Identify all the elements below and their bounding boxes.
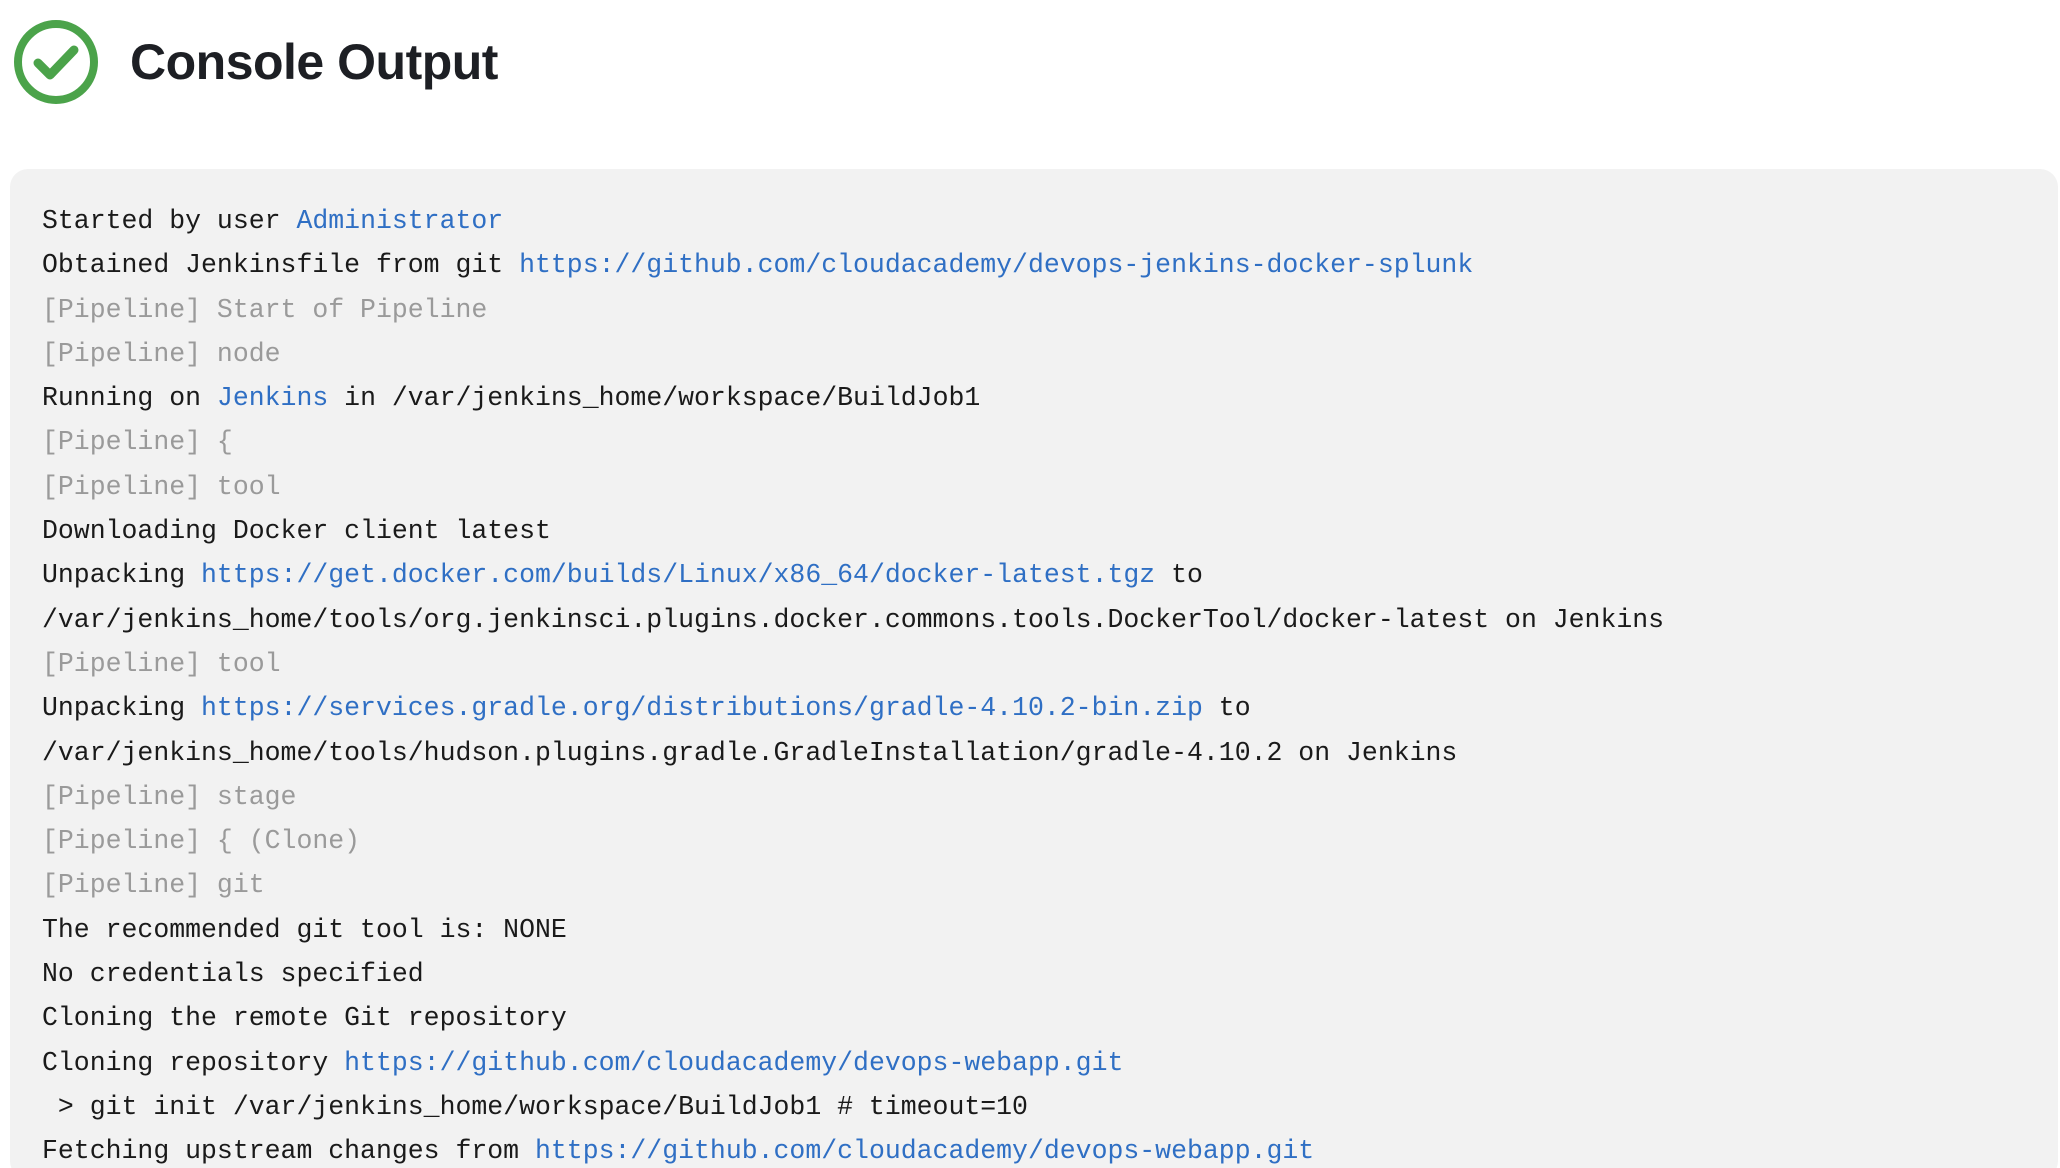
console-text: Unpacking bbox=[42, 560, 202, 591]
console-link[interactable]: Administrator bbox=[296, 206, 503, 236]
console-text: /var/jenkins_home/tools/org.jenkinsci.pl… bbox=[42, 604, 1665, 635]
page-header: Console Output bbox=[12, 18, 498, 106]
console-pipeline-line: [Pipeline] node bbox=[42, 332, 2058, 376]
console-pipeline-line: [Pipeline] git bbox=[42, 863, 2058, 907]
console-text: Cloning repository bbox=[42, 1047, 345, 1078]
console-text: Downloading Docker client latest bbox=[42, 516, 551, 547]
console-line: /var/jenkins_home/tools/org.jenkinsci.pl… bbox=[42, 598, 2058, 642]
console-link[interactable]: https://get.docker.com/builds/Linux/x86_… bbox=[201, 560, 1155, 590]
console-text: > git init /var/jenkins_home/workspace/B… bbox=[42, 1091, 1028, 1122]
console-line: No credentials specified bbox=[42, 952, 2058, 996]
console-line: Running on Jenkins in /var/jenkins_home/… bbox=[42, 376, 2058, 420]
console-text: Unpacking bbox=[42, 693, 202, 724]
console-line: Unpacking https://services.gradle.org/di… bbox=[42, 686, 2058, 730]
console-link[interactable]: Jenkins bbox=[217, 383, 328, 413]
console-text: to bbox=[1155, 560, 1203, 591]
console-text: Fetching upstream changes from bbox=[42, 1136, 535, 1167]
console-text: /var/jenkins_home/tools/hudson.plugins.g… bbox=[42, 737, 1458, 768]
console-line: Cloning repository https://github.com/cl… bbox=[42, 1041, 2058, 1085]
console-link[interactable]: https://github.com/cloudacademy/devops-w… bbox=[344, 1048, 1123, 1078]
console-line: Fetching upstream changes from https://g… bbox=[42, 1129, 2058, 1168]
console-text: [Pipeline] tool bbox=[42, 471, 281, 502]
console-pipeline-line: [Pipeline] Start of Pipeline bbox=[42, 288, 2058, 332]
console-text: No credentials specified bbox=[42, 959, 424, 990]
console-line: Cloning the remote Git repository bbox=[42, 996, 2058, 1040]
console-text: Started by user bbox=[42, 206, 297, 236]
success-check-icon bbox=[14, 20, 98, 104]
console-pipeline-line: [Pipeline] tool bbox=[42, 642, 2058, 686]
console-pipeline-line: [Pipeline] { bbox=[42, 420, 2058, 464]
console-text: [Pipeline] tool bbox=[42, 648, 281, 679]
console-text: Obtained Jenkinsfile from git bbox=[42, 250, 520, 281]
console-line: /var/jenkins_home/tools/hudson.plugins.g… bbox=[42, 731, 2058, 775]
console-text: [Pipeline] stage bbox=[42, 781, 297, 812]
console-pipeline-line: [Pipeline] { (Clone) bbox=[42, 819, 2058, 863]
console-line: > git init /var/jenkins_home/workspace/B… bbox=[42, 1085, 2058, 1129]
console-text: to bbox=[1202, 693, 1251, 724]
console-link[interactable]: https://github.com/cloudacademy/devops-j… bbox=[519, 250, 1473, 280]
console-pipeline-line: [Pipeline] tool bbox=[42, 465, 2058, 509]
console-text: [Pipeline] { bbox=[42, 427, 233, 458]
console-line: Started by user Administrator bbox=[42, 199, 2058, 243]
console-line: The recommended git tool is: NONE bbox=[42, 908, 2058, 952]
console-link[interactable]: https://github.com/cloudacademy/devops-w… bbox=[535, 1136, 1314, 1166]
console-line: Obtained Jenkinsfile from git https://gi… bbox=[42, 243, 2058, 287]
console-text: The recommended git tool is: NONE bbox=[42, 914, 567, 945]
console-output: Started by user Administrator Obtained Je… bbox=[10, 169, 2058, 1168]
console-pipeline-line: [Pipeline] stage bbox=[42, 775, 2058, 819]
console-line: Downloading Docker client latest bbox=[42, 509, 2058, 553]
console-text: in /var/jenkins_home/workspace/BuildJob1 bbox=[328, 383, 981, 414]
console-text: [Pipeline] git bbox=[42, 870, 265, 901]
console-text: Running on bbox=[42, 383, 217, 414]
console-text: [Pipeline] { (Clone) bbox=[42, 826, 361, 857]
console-text: [Pipeline] Start of Pipeline bbox=[42, 294, 488, 325]
console-text: [Pipeline] node bbox=[42, 338, 281, 369]
page-title: Console Output bbox=[130, 34, 498, 90]
console-text: Cloning the remote Git repository bbox=[42, 1003, 567, 1034]
console-lines: Started by user Administrator Obtained Je… bbox=[42, 199, 2058, 1168]
console-line: Unpacking https://get.docker.com/builds/… bbox=[42, 553, 2058, 597]
console-link[interactable]: https://services.gradle.org/distribution… bbox=[201, 693, 1203, 723]
